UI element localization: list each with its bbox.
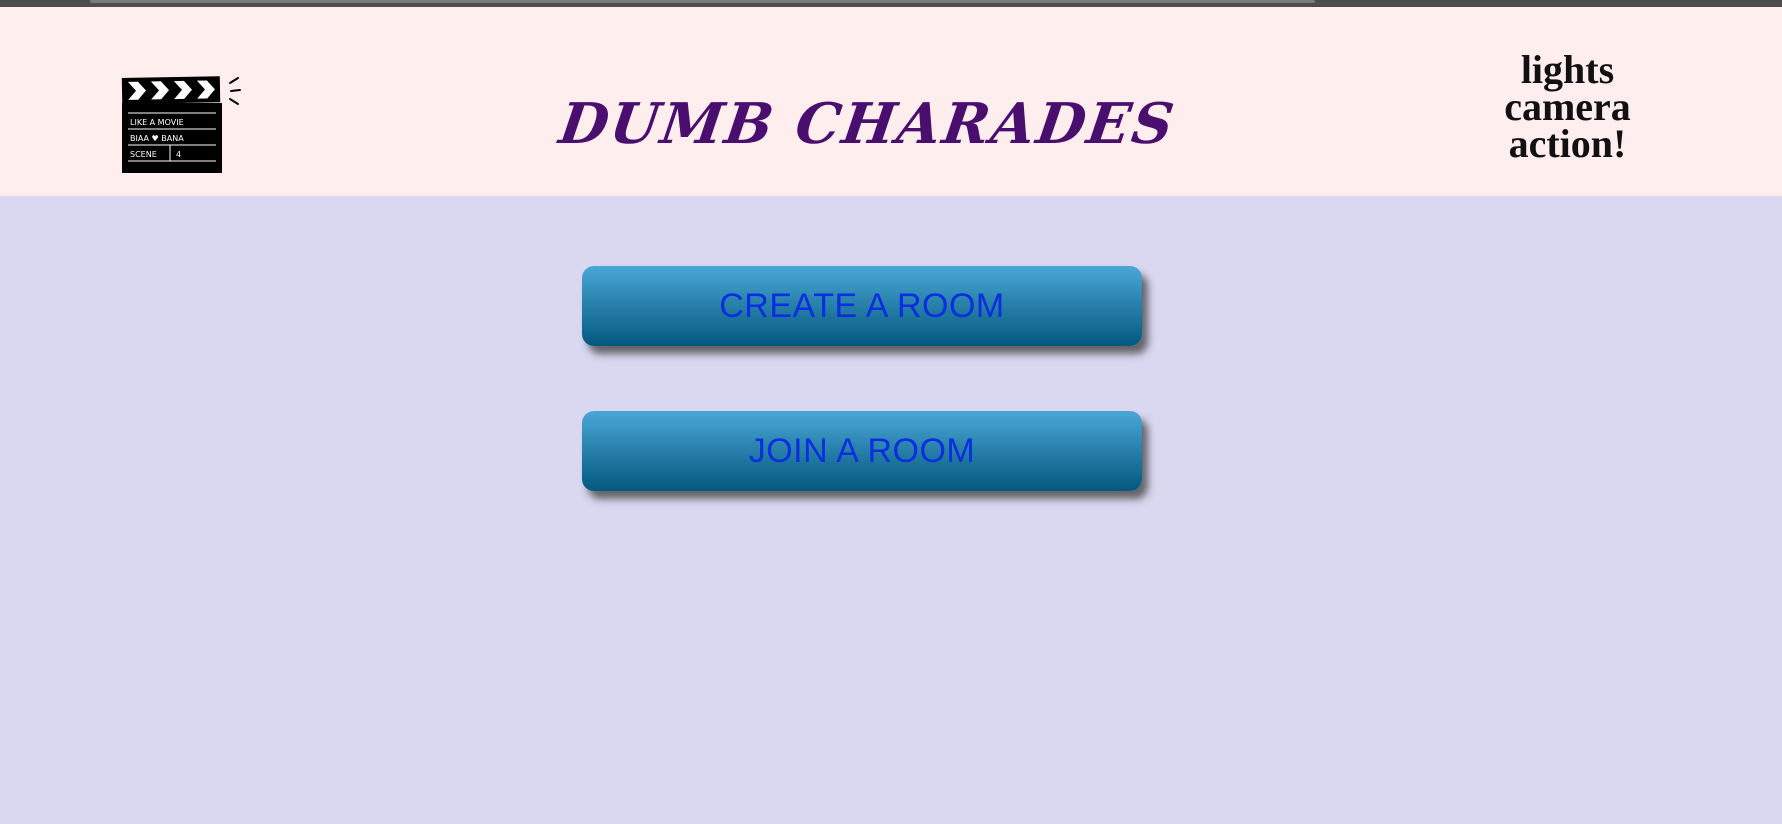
tagline-line-2: camera	[1504, 84, 1631, 129]
clapper-line-1: LIKE A MOVIE	[130, 118, 184, 127]
create-room-button[interactable]: CREATE A ROOM	[582, 266, 1142, 346]
join-room-label: JOIN A ROOM	[748, 431, 976, 470]
page-title: DUMB CHARADES	[555, 91, 1180, 157]
clapperboard-icon: LIKE A MOVIE BIAA ♥ BANA SCENE 4	[121, 76, 241, 173]
tagline: lights camera action!	[1470, 47, 1665, 166]
tagline-line-3: action!	[1508, 121, 1627, 166]
clapper-line-3: SCENE	[130, 150, 157, 159]
clapper-line-2: BIAA ♥ BANA	[130, 134, 184, 143]
clapper-line-4: 4	[176, 150, 181, 159]
browser-scrollbar[interactable]	[0, 0, 1782, 7]
scrollbar-thumb[interactable]	[90, 0, 1315, 3]
join-room-button[interactable]: JOIN A ROOM	[582, 411, 1142, 491]
create-room-label: CREATE A ROOM	[719, 286, 1005, 325]
header: LIKE A MOVIE BIAA ♥ BANA SCENE 4 DUMB CH…	[0, 7, 1782, 196]
tagline-line-1: lights	[1520, 47, 1615, 92]
